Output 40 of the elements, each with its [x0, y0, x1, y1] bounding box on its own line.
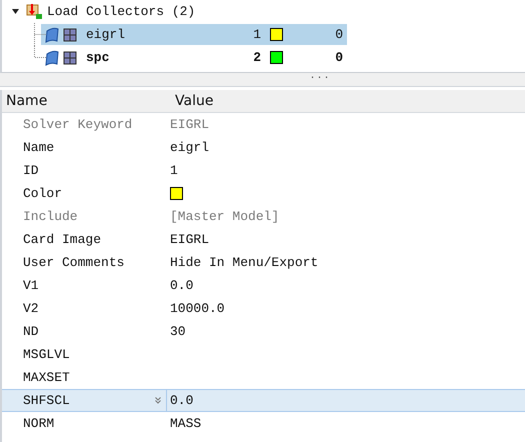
property-name: Include [23, 209, 78, 224]
property-name: Name [23, 140, 54, 155]
property-value[interactable]: MASS [170, 416, 202, 431]
color-swatch[interactable] [170, 187, 183, 200]
tree-item[interactable]: eigrl 1 0 [41, 24, 347, 45]
chevron-down-icon[interactable] [155, 397, 161, 404]
tree-item-label: eigrl [86, 27, 126, 42]
expand-arrow-icon[interactable] [12, 9, 19, 14]
tree-item-id: 1 [252, 27, 261, 42]
property-value[interactable]: Hide In Menu/Export [170, 255, 318, 270]
tree-item-count: 0 [334, 50, 343, 65]
tree-item-label: spc [86, 50, 110, 65]
property-value[interactable]: EIGRL [170, 232, 210, 247]
property-name: Color [23, 186, 62, 201]
property-value[interactable]: 0.0 [170, 278, 194, 293]
tree-item-count: 0 [334, 27, 343, 42]
property-name: SHFSCL [23, 393, 70, 408]
tree-item[interactable]: Load Collectors (2) [10, 0, 525, 23]
tree-item[interactable]: spc 2 0 [41, 47, 347, 68]
property-value[interactable]: 10000.0 [170, 301, 225, 316]
splitter-grip[interactable]: ... [309, 73, 330, 81]
property-value[interactable]: eigrl [170, 140, 210, 155]
load-collector-icon [26, 3, 43, 20]
tree-item-label: Load Collectors (2) [47, 4, 196, 19]
property-name: MAXSET [23, 370, 70, 385]
property-name: Solver Keyword [23, 117, 132, 132]
tree-item-id: 2 [252, 50, 261, 65]
column-header[interactable]: Value [171, 93, 475, 109]
property-name: NORM [23, 416, 54, 431]
property-value[interactable]: 1 [170, 163, 178, 178]
property-name: V2 [23, 301, 39, 316]
property-name: ND [23, 324, 39, 339]
property-value[interactable]: 30 [170, 324, 186, 339]
property-name: ID [23, 163, 39, 178]
property-name: V1 [23, 278, 39, 293]
property-name: Card Image [23, 232, 102, 247]
property-name: MSGLVL [23, 347, 70, 362]
column-header[interactable]: Name [2, 93, 171, 109]
property-value[interactable]: 0.0 [170, 393, 194, 408]
property-name: User Comments [23, 255, 124, 270]
